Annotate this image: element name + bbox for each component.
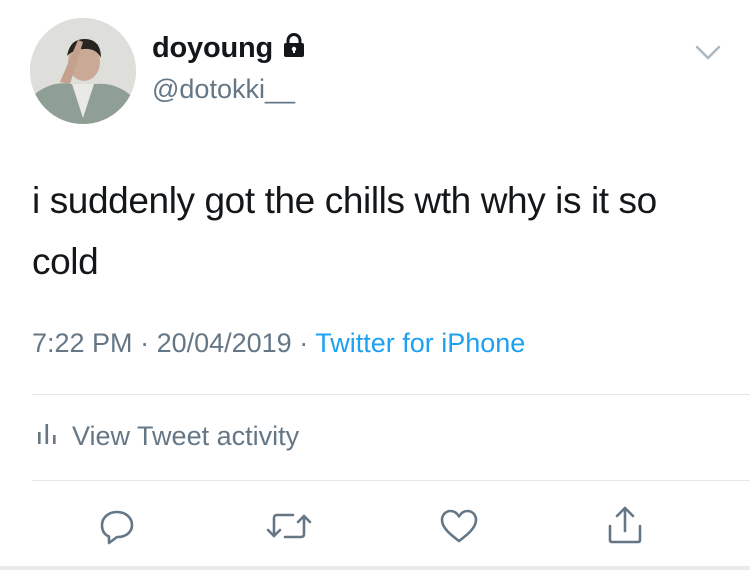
bottom-edge	[0, 566, 750, 570]
tweet-date[interactable]: 20/04/2019	[157, 328, 292, 358]
like-icon[interactable]	[438, 506, 480, 551]
divider	[32, 480, 750, 481]
view-tweet-activity-label: View Tweet activity	[72, 421, 300, 451]
avatar[interactable]	[30, 18, 136, 124]
display-name-text: doyoung	[152, 32, 274, 64]
display-name[interactable]: doyoung	[152, 32, 305, 65]
view-tweet-activity-link[interactable]: View Tweet activity	[36, 420, 299, 453]
lock-icon	[283, 32, 305, 65]
retweet-icon[interactable]	[266, 506, 312, 551]
meta-separator: ·	[132, 328, 157, 358]
share-icon[interactable]	[605, 504, 645, 551]
user-handle[interactable]: @dotokki__	[152, 74, 295, 105]
meta-separator: ·	[291, 328, 316, 358]
tweet-time[interactable]: 7:22 PM	[32, 328, 133, 358]
bar-chart-icon	[36, 420, 58, 453]
tweet-source-link[interactable]: Twitter for iPhone	[315, 328, 525, 358]
divider	[32, 394, 750, 395]
tweet-meta: 7:22 PM · 20/04/2019 · Twitter for iPhon…	[32, 328, 525, 359]
tweet-text: i suddenly got the chills wth why is it …	[32, 180, 657, 282]
tweet-actions-bar	[0, 500, 750, 550]
reply-icon[interactable]	[97, 506, 137, 551]
chevron-down-icon[interactable]	[694, 44, 722, 67]
